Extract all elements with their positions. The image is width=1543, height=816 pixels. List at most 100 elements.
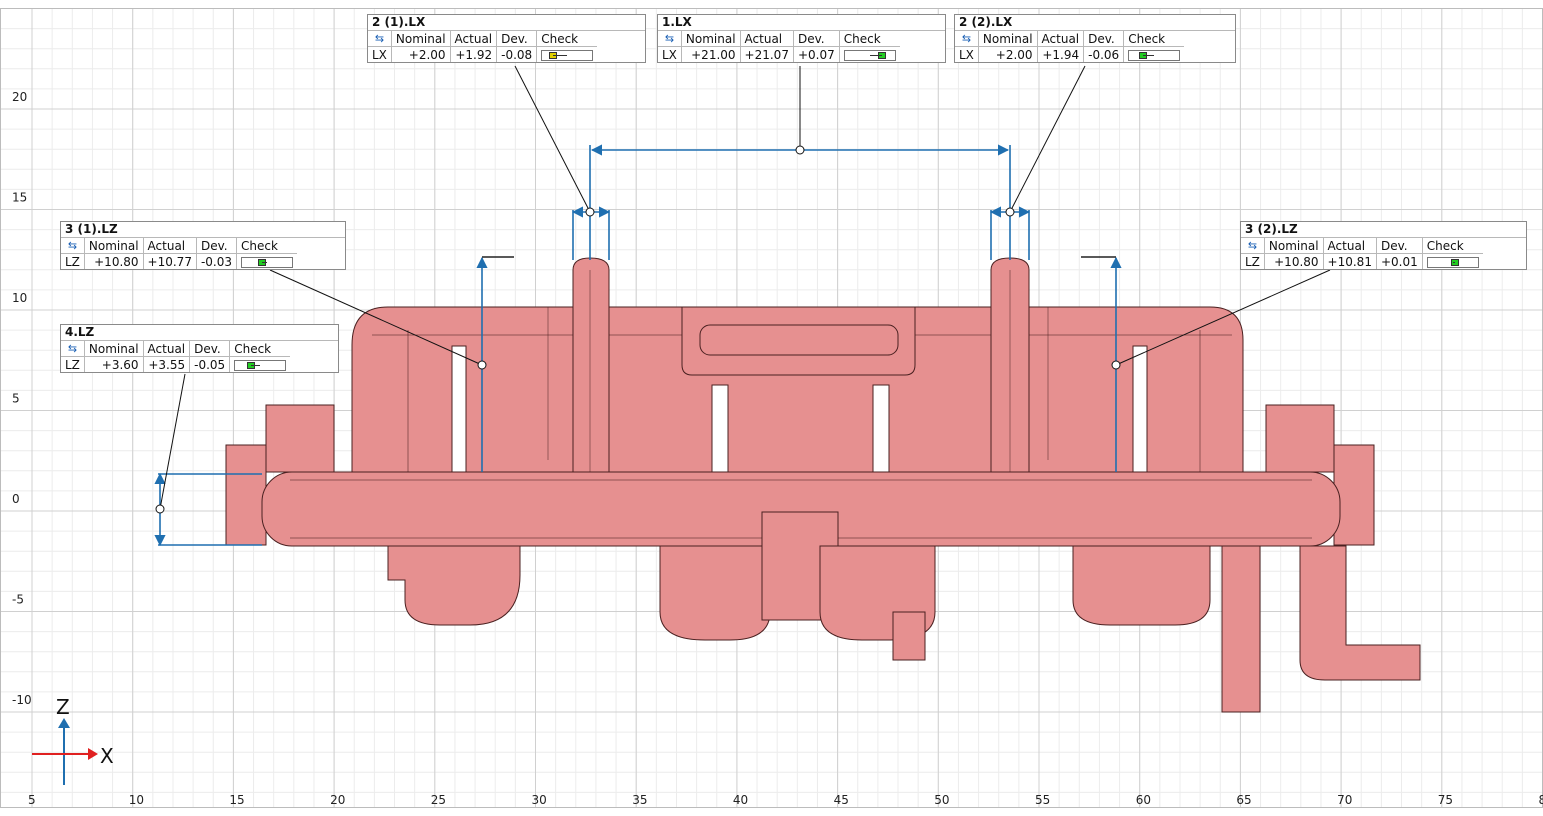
slot xyxy=(1132,345,1148,473)
z-tick-label: -10 xyxy=(12,693,32,707)
x-tick-label: 20 xyxy=(330,793,345,807)
check-tail xyxy=(1143,54,1155,56)
dimension-icon: ⇆ xyxy=(61,238,85,254)
nominal-value: +10.80 xyxy=(1264,253,1324,269)
x-tick-label: 30 xyxy=(532,793,547,807)
axis-label-x: X xyxy=(100,744,114,768)
dev-value: -0.03 xyxy=(196,253,238,269)
dev-value: +0.01 xyxy=(1376,253,1423,269)
nominal-value: +2.00 xyxy=(978,46,1038,62)
callout-2-1-lx[interactable]: 2 (1).LX ⇆ Nominal Actual Dev. Check LX +2.00… xyxy=(367,14,646,63)
callout-3-2-lz[interactable]: 3 (2).LZ ⇆ Nominal Actual Dev. Check LZ +10.8… xyxy=(1240,221,1527,270)
col-actual: Actual xyxy=(450,31,498,47)
x-tick-label: 10 xyxy=(129,793,144,807)
dev-value: -0.08 xyxy=(496,46,538,62)
x-tick-label: 25 xyxy=(431,793,446,807)
col-check: Check xyxy=(229,341,291,357)
cad-viewport[interactable]: 5101520253035404550556065707580 20151050… xyxy=(0,0,1543,816)
z-tick-label: 20 xyxy=(12,90,27,104)
callout-3-1-lz[interactable]: 3 (1).LZ ⇆ Nominal Actual Dev. Check LZ +10.8… xyxy=(60,221,346,270)
z-tick-label: 5 xyxy=(12,392,20,406)
actual-value: +10.77 xyxy=(143,253,197,269)
col-actual: Actual xyxy=(1037,31,1085,47)
dev-value: -0.06 xyxy=(1083,46,1125,62)
axis-cell: LZ xyxy=(61,356,85,372)
callout-table: ⇆ Nominal Actual Dev. Check LZ +3.60 +3.55 -0.0… xyxy=(61,341,291,372)
check-tail xyxy=(261,261,268,263)
col-check: Check xyxy=(1422,238,1483,254)
callout-table: ⇆ Nominal Actual Dev. Check LZ +10.80 +10.81 +0… xyxy=(1241,238,1483,269)
actual-value: +21.07 xyxy=(740,46,794,62)
cad-scene[interactable]: 5101520253035404550556065707580 20151050… xyxy=(0,0,1543,816)
z-arrow-icon xyxy=(58,718,70,728)
x-tick-label: 60 xyxy=(1136,793,1151,807)
callout-title: 3 (2).LZ xyxy=(1241,222,1526,238)
callout-table: ⇆ Nominal Actual Dev. Check LX +2.00 +1.94 -0.0… xyxy=(955,31,1185,62)
z-tick-label: 0 xyxy=(12,492,20,506)
col-actual: Actual xyxy=(1323,238,1377,254)
check-bar xyxy=(1426,256,1479,268)
x-axis-ticks: 5 10 15 20 25 30 35 40 45 50 55 60 65 70 75 80 xyxy=(28,793,1543,807)
callout-1-lx[interactable]: 1.LX ⇆ Nominal Actual Dev. Check LX +21.00 +21… xyxy=(657,14,946,63)
col-actual: Actual xyxy=(143,341,191,357)
col-nominal: Nominal xyxy=(978,31,1038,47)
x-tick-label: 40 xyxy=(733,793,748,807)
col-nominal: Nominal xyxy=(1264,238,1324,254)
check-tail xyxy=(1452,261,1455,263)
axis-cell: LX xyxy=(955,46,979,62)
nominal-value: +10.80 xyxy=(84,253,144,269)
col-nominal: Nominal xyxy=(391,31,451,47)
x-tick-label: 45 xyxy=(834,793,849,807)
dev-value: +0.07 xyxy=(793,46,840,62)
tower-left xyxy=(265,404,335,473)
callout-title: 4.LZ xyxy=(61,325,338,341)
check-bar xyxy=(234,359,287,371)
x-tick-label: 55 xyxy=(1035,793,1050,807)
callout-table: ⇆ Nominal Actual Dev. Check LX +21.00 +21.07 +0… xyxy=(658,31,900,62)
x-tick-label: 50 xyxy=(934,793,949,807)
hook-left xyxy=(387,545,521,626)
col-actual: Actual xyxy=(740,31,794,47)
x-tick-label: 80 xyxy=(1539,793,1543,807)
check-bar xyxy=(541,49,594,61)
axis-triad: Z X xyxy=(32,695,114,785)
end-right xyxy=(1333,444,1375,546)
check-cell xyxy=(537,47,598,63)
actual-value: +1.94 xyxy=(1037,46,1085,62)
callout-title: 3 (1).LZ xyxy=(61,222,345,238)
pin xyxy=(892,611,926,661)
actual-value: +10.81 xyxy=(1323,253,1377,269)
nominal-value: +2.00 xyxy=(391,46,451,62)
tower-right xyxy=(1265,404,1335,473)
actual-value: +1.92 xyxy=(450,46,498,62)
col-dev: Dev. xyxy=(189,341,231,357)
col-dev: Dev. xyxy=(196,238,238,254)
axis-label-z: Z xyxy=(56,695,70,719)
axis-cell: LZ xyxy=(1241,253,1265,269)
dimension-icon: ⇆ xyxy=(658,31,682,47)
col-check: Check xyxy=(1123,31,1185,47)
nominal-value: +21.00 xyxy=(681,46,741,62)
part-model[interactable] xyxy=(225,257,1421,713)
hook-right xyxy=(1072,545,1211,626)
recess-slot xyxy=(699,324,899,356)
callout-4-lz[interactable]: 4.LZ ⇆ Nominal Actual Dev. Check LZ +3.60 +3.5… xyxy=(60,324,339,373)
callout-2-2-lx[interactable]: 2 (2).LX ⇆ Nominal Actual Dev. Check LX +2.00… xyxy=(954,14,1236,63)
col-nominal: Nominal xyxy=(84,238,144,254)
x-tick-label: 15 xyxy=(229,793,244,807)
slot xyxy=(451,345,467,473)
check-bar xyxy=(241,256,294,268)
callout-title: 2 (1).LX xyxy=(368,15,645,31)
col-dev: Dev. xyxy=(1376,238,1423,254)
check-tail xyxy=(251,364,261,366)
z-axis-ticks: 20 15 10 5 0 -5 -10 xyxy=(12,90,32,707)
z-tick-label: -5 xyxy=(12,593,24,607)
check-cell xyxy=(1422,254,1483,270)
dimension-icon: ⇆ xyxy=(61,341,85,357)
col-dev: Dev. xyxy=(1083,31,1125,47)
z-tick-label: 10 xyxy=(12,291,27,305)
col-nominal: Nominal xyxy=(84,341,144,357)
dimension-icon: ⇆ xyxy=(955,31,979,47)
check-tail xyxy=(552,54,568,56)
dimension-icon: ⇆ xyxy=(368,31,392,47)
